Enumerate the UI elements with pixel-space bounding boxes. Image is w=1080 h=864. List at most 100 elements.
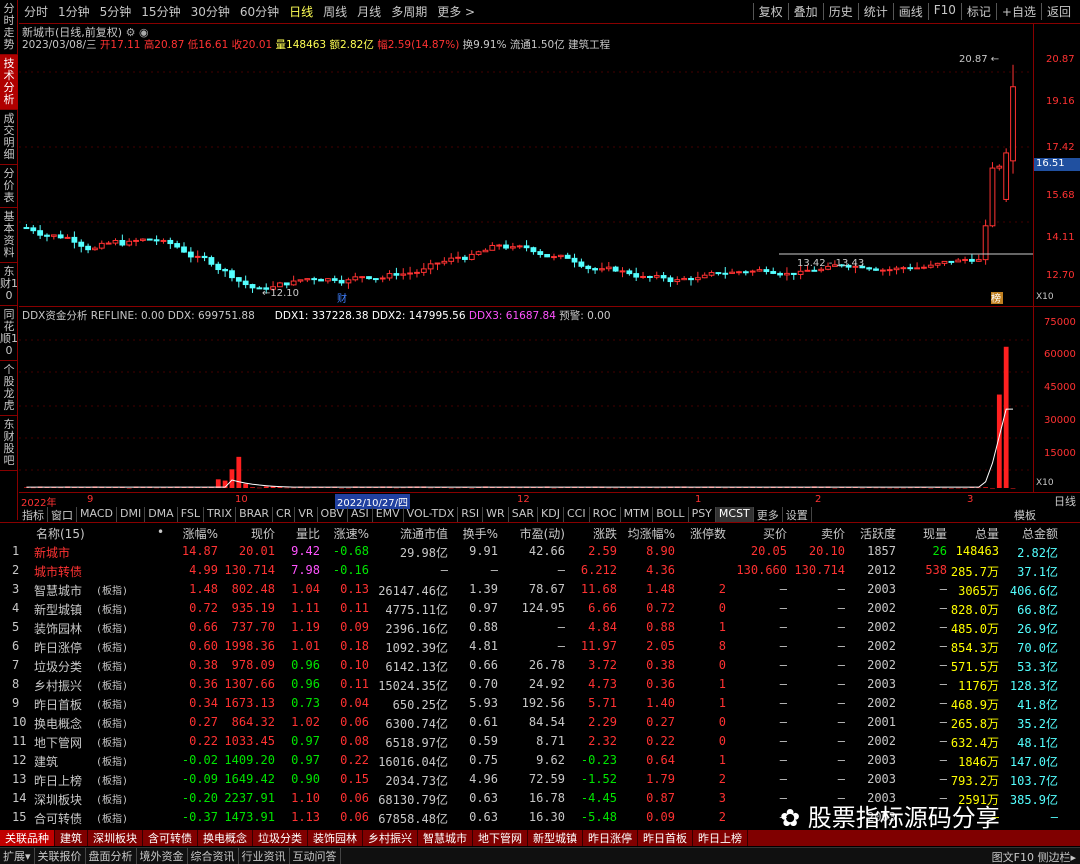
period-tab-0[interactable]: 分时 [19, 3, 53, 20]
sidebar-tab-0[interactable]: 分时走势 [0, 0, 18, 55]
table-row[interactable]: 12 建筑 (板指) -0.02 1409.20 0.97 0.22 16016.04亿 0.7… [0, 751, 1080, 770]
indicator-tab-23[interactable]: MCST [715, 507, 754, 522]
table-row[interactable]: 13 昨日上榜 (板指) -0.09 1649.42 0.90 0.15 2034.73亿 4.… [0, 770, 1080, 789]
column-header[interactable]: 涨跌 [593, 525, 617, 542]
column-header[interactable]: 卖价 [821, 525, 845, 542]
indicator-tab-21[interactable]: BOLL [653, 507, 689, 522]
column-header[interactable]: 涨速% [334, 525, 369, 542]
column-header[interactable]: 涨幅% [183, 525, 218, 542]
column-header[interactable]: 流通市值 [400, 525, 448, 542]
indicator-tab-4[interactable]: DMA [145, 507, 178, 522]
status-tab-0[interactable]: 扩展▾ [0, 848, 35, 864]
bottom-tab-3[interactable]: 含可转债 [143, 830, 198, 846]
tool-button-7[interactable]: +自选 [995, 3, 1041, 20]
bottom-tab-13[interactable]: 昨日上榜 [693, 830, 748, 846]
bottom-tab-11[interactable]: 昨日涨停 [583, 830, 638, 846]
column-header[interactable]: 总金额 [1022, 525, 1058, 542]
column-header[interactable]: 现量 [923, 525, 947, 542]
indicator-tab-20[interactable]: MTM [621, 507, 654, 522]
column-header[interactable]: 市盈(动) [520, 525, 565, 542]
column-header[interactable]: 名称(15) [36, 525, 85, 542]
period-tab-5[interactable]: 60分钟 [235, 3, 284, 20]
template-button[interactable]: 模板 [1014, 507, 1036, 523]
status-tab-1[interactable]: 关联报价 [35, 848, 86, 864]
sidebar-tab-8[interactable]: 东财股吧 [0, 416, 18, 471]
indicator-tab-3[interactable]: DMI [117, 507, 146, 522]
tool-button-6[interactable]: 标记 [960, 3, 996, 20]
indicator-tab-5[interactable]: FSL [178, 507, 204, 522]
bottom-tab-4[interactable]: 换电概念 [198, 830, 253, 846]
tool-button-5[interactable]: F10 [927, 3, 961, 20]
indicator-tab-2[interactable]: MACD [77, 507, 117, 522]
bottom-tab-1[interactable]: 建筑 [55, 830, 88, 846]
timeline-right[interactable]: 日线 [1054, 493, 1076, 509]
indicator-tab-10[interactable]: OBV [318, 507, 348, 522]
indicator-tab-18[interactable]: CCI [564, 507, 590, 522]
table-row[interactable]: 10 换电概念 (板指) 0.27 864.32 1.02 0.06 6300.74亿 0.61… [0, 713, 1080, 732]
tool-button-2[interactable]: 历史 [822, 3, 858, 20]
sidebar-tab-1[interactable]: 技术分析 [0, 55, 18, 110]
indicator-tab-19[interactable]: ROC [590, 507, 621, 522]
tool-button-3[interactable]: 统计 [857, 3, 893, 20]
indicator-tab-9[interactable]: VR [295, 507, 318, 522]
bottom-tab-7[interactable]: 乡村振兴 [363, 830, 418, 846]
bottom-tab-9[interactable]: 地下管网 [473, 830, 528, 846]
column-header[interactable]: 活跃度 [860, 525, 896, 542]
column-header[interactable]: 涨停数 [690, 525, 726, 542]
bottom-tab-2[interactable]: 深圳板块 [88, 830, 143, 846]
period-tab-10[interactable]: 更多 > [432, 3, 480, 20]
indicator-tab-12[interactable]: EMV [373, 507, 404, 522]
table-row[interactable]: 7 垃圾分类 (板指) 0.38 978.09 0.96 0.10 6142.13亿 0.66 2… [0, 656, 1080, 675]
indicator-tab-7[interactable]: BRAR [236, 507, 274, 522]
table-row[interactable]: 5 装饰园林 (板指) 0.66 737.70 1.19 0.09 2396.16亿 0.88 —… [0, 618, 1080, 637]
bottom-tab-10[interactable]: 新型城镇 [528, 830, 583, 846]
sidebar-tab-3[interactable]: 分价表 [0, 165, 18, 208]
table-row[interactable]: 8 乡村振兴 (板指) 0.36 1307.66 0.96 0.11 15024.35亿 0.7… [0, 675, 1080, 694]
period-tab-2[interactable]: 5分钟 [95, 3, 137, 20]
indicator-tab-13[interactable]: VOL-TDX [404, 507, 459, 522]
bottom-tab-5[interactable]: 垃圾分类 [253, 830, 308, 846]
period-tab-7[interactable]: 周线 [318, 3, 352, 20]
indicator-tab-25[interactable]: 设置 [783, 507, 812, 522]
indicator-tab-1[interactable]: 窗口 [48, 507, 77, 522]
status-tab-4[interactable]: 综合资讯 [188, 848, 239, 864]
column-header[interactable]: 买价 [763, 525, 787, 542]
sidebar-tab-7[interactable]: 个股龙虎 [0, 361, 18, 416]
column-header[interactable]: 量比 [296, 525, 320, 542]
period-tab-3[interactable]: 15分钟 [136, 3, 185, 20]
tool-button-1[interactable]: 叠加 [787, 3, 823, 20]
indicator-tab-6[interactable]: TRIX [204, 507, 237, 522]
indicator-tab-22[interactable]: PSY [689, 507, 716, 522]
bottom-tab-12[interactable]: 昨日首板 [638, 830, 693, 846]
indicator-tab-14[interactable]: RSI [458, 507, 484, 522]
tool-button-0[interactable]: 复权 [752, 3, 788, 20]
tool-button-8[interactable]: 返回 [1040, 3, 1076, 20]
indicator-tab-0[interactable]: 指标 [19, 507, 48, 522]
column-header[interactable]: 总量 [975, 525, 999, 542]
sidebar-tab-5[interactable]: 东财10 [0, 263, 18, 306]
column-header[interactable]: 现价 [251, 525, 275, 542]
indicator-tab-17[interactable]: KDJ [538, 507, 564, 522]
sidebar-tab-4[interactable]: 基本资料 [0, 208, 18, 263]
column-header[interactable]: 均涨幅% [628, 525, 675, 542]
period-tab-1[interactable]: 1分钟 [53, 3, 95, 20]
period-tab-4[interactable]: 30分钟 [186, 3, 235, 20]
indicator-tab-15[interactable]: WR [483, 507, 509, 522]
table-row[interactable]: 1 新城市 14.87 20.01 9.42 -0.68 29.98亿 9.91 42.66 2.… [0, 542, 1080, 561]
sidebar-tab-6[interactable]: 同花顺10 [0, 306, 18, 361]
status-tab-6[interactable]: 互动问答 [290, 848, 341, 864]
ddx-chart[interactable] [19, 320, 1033, 492]
table-row[interactable]: 9 昨日首板 (板指) 0.34 1673.13 0.73 0.04 650.25亿 5.93 1… [0, 694, 1080, 713]
indicator-tab-24[interactable]: 更多 [754, 507, 783, 522]
status-tab-2[interactable]: 盘面分析 [86, 848, 137, 864]
period-tab-9[interactable]: 多周期 [386, 3, 432, 20]
status-tab-3[interactable]: 境外资金 [137, 848, 188, 864]
period-tab-6[interactable]: 日线 [284, 3, 318, 20]
candlestick-chart[interactable]: 20.87 ← ←12.10 13.42 - 13.43 财 榜 [19, 52, 1033, 306]
column-header[interactable]: 换手% [463, 525, 498, 542]
indicator-tab-11[interactable]: ASI [348, 507, 373, 522]
bottom-tab-6[interactable]: 装饰园林 [308, 830, 363, 846]
status-tab-5[interactable]: 行业资讯 [239, 848, 290, 864]
table-row[interactable]: 4 新型城镇 (板指) 0.72 935.19 1.11 0.11 4775.11亿 0.97 1… [0, 599, 1080, 618]
indicator-tab-16[interactable]: SAR [509, 507, 539, 522]
